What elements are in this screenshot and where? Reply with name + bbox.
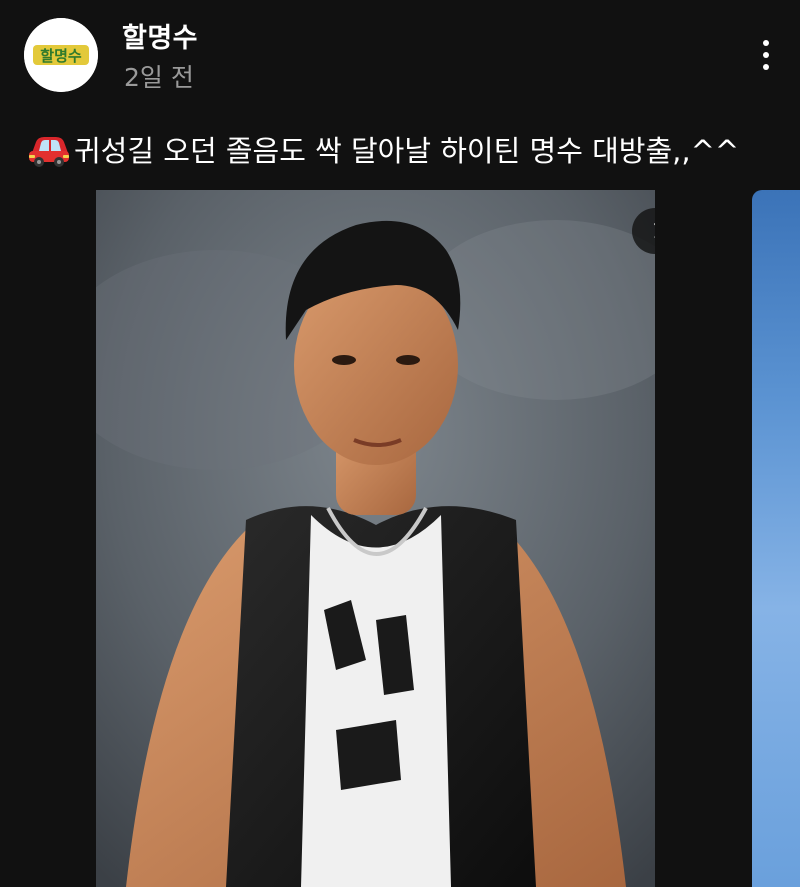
more-options-button[interactable] bbox=[748, 32, 784, 78]
red-car-icon bbox=[29, 137, 69, 167]
halmyeongsu-logo-icon: 할명수 bbox=[24, 18, 98, 92]
channel-name[interactable]: 할명수 bbox=[122, 16, 198, 55]
next-carousel-photo[interactable] bbox=[752, 190, 800, 887]
more-vertical-icon-dot bbox=[763, 64, 769, 70]
post-time: 2일 전 bbox=[124, 63, 194, 92]
image-carousel[interactable]: 1/5 bbox=[0, 190, 800, 887]
avatar-logo-text: 할명수 bbox=[40, 47, 82, 65]
post-caption: 귀성길 오던 졸음도 싹 달아날 하이틴 명수 대방출,,^^ bbox=[26, 128, 786, 170]
carousel-photo[interactable]: 1/5 bbox=[96, 190, 655, 887]
more-vertical-icon bbox=[763, 40, 769, 46]
more-vertical-icon-dot bbox=[763, 52, 769, 58]
caption-text: 귀성길 오던 졸음도 싹 달아날 하이틴 명수 대방출,,^^ bbox=[74, 134, 740, 168]
channel-avatar[interactable]: 할명수 bbox=[24, 18, 98, 92]
post-container: 할명수 할명수 2일 전 귀성길 오던 졸음도 싹 달아날 하이틴 명수 대방출… bbox=[0, 0, 800, 887]
portrait-photo-image bbox=[96, 190, 655, 887]
